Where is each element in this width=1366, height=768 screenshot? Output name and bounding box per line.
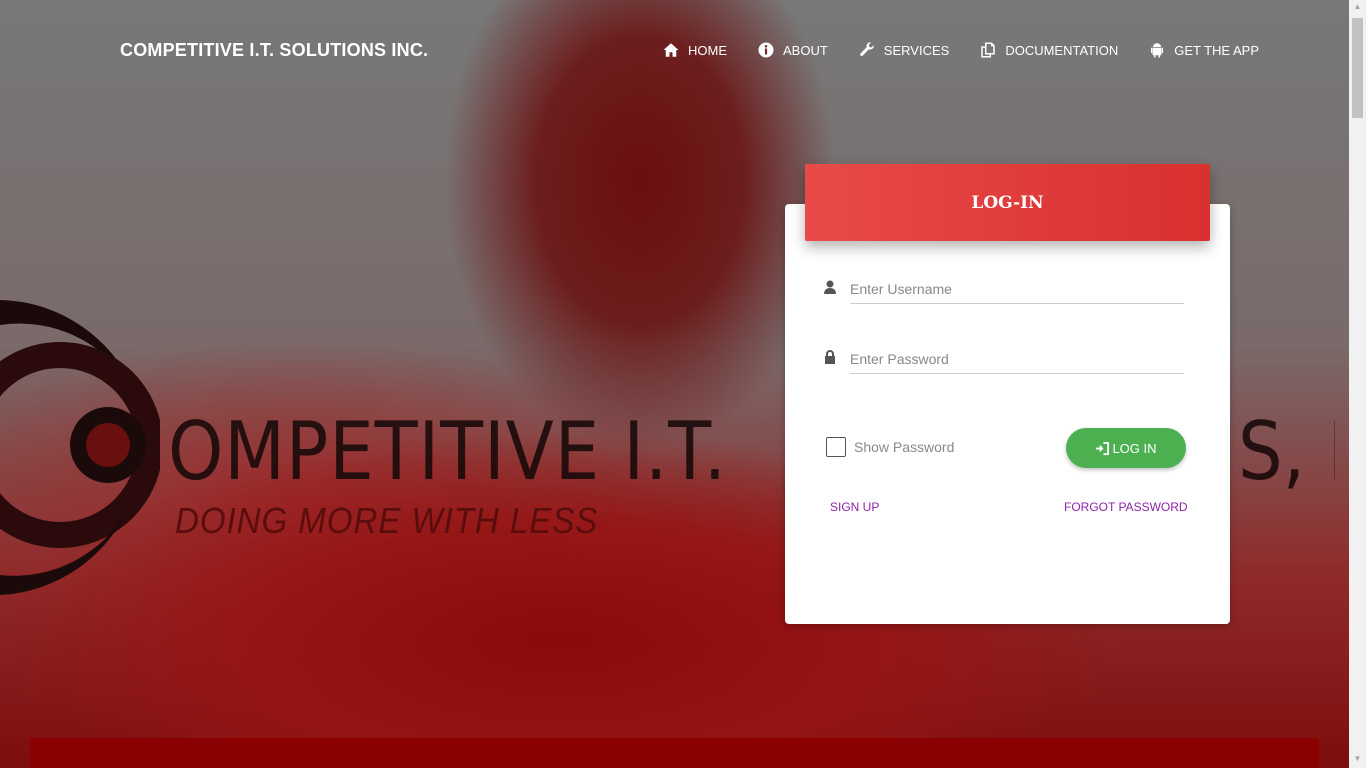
user-icon	[824, 280, 836, 294]
nav-home-label: HOME	[688, 42, 727, 58]
password-input[interactable]	[850, 347, 1184, 374]
hero-title-tail: S, I	[1238, 405, 1335, 498]
top-navbar: COMPETITIVE I.T. SOLUTIONS INC. HOME ABO…	[0, 0, 1349, 100]
nav-services[interactable]: SERVICES	[858, 38, 950, 62]
company-logo	[0, 300, 160, 595]
home-icon	[663, 43, 679, 57]
nav-documentation-label: DOCUMENTATION	[1005, 42, 1119, 58]
nav-get-the-app-label: GET THE APP	[1174, 42, 1259, 58]
nav-home[interactable]: HOME	[662, 38, 727, 62]
username-field	[824, 274, 1185, 304]
wrench-icon	[859, 42, 874, 56]
password-field	[824, 344, 1185, 374]
nav-about[interactable]: ABOUT	[757, 38, 828, 62]
show-password-toggle[interactable]: Show Password	[826, 437, 954, 457]
show-password-checkbox[interactable]	[826, 437, 846, 457]
forgot-password-link[interactable]: FORGOT PASSWORD	[1064, 500, 1188, 514]
username-input[interactable]	[850, 277, 1184, 304]
brand-title[interactable]: COMPETITIVE I.T. SOLUTIONS INC.	[120, 40, 428, 61]
login-button[interactable]: LOG IN	[1066, 428, 1186, 468]
footer-band	[30, 738, 1319, 768]
lock-icon	[825, 350, 835, 364]
nav-services-label: SERVICES	[883, 42, 950, 58]
main-nav: HOME ABOUT SERVICES DOCUMENTATION GET TH…	[662, 38, 1289, 62]
scroll-down-arrow[interactable]: ▼	[1352, 754, 1363, 766]
scroll-up-arrow[interactable]: ▲	[1352, 2, 1363, 14]
nav-documentation[interactable]: DOCUMENTATION	[979, 38, 1118, 62]
documents-icon	[981, 42, 996, 58]
hero-title: OMPETITIVE I.T.	[168, 405, 728, 498]
scrollbar-thumb[interactable]	[1352, 18, 1363, 118]
android-icon	[1151, 43, 1164, 58]
login-card-header: LOG-IN	[805, 164, 1210, 241]
hero-subtitle: DOING MORE WITH LESS	[175, 500, 599, 541]
sign-up-link[interactable]: SIGN UP	[830, 500, 879, 514]
login-button-label: LOG IN	[1112, 440, 1157, 456]
sign-in-icon	[1096, 441, 1110, 455]
login-card	[785, 204, 1230, 624]
nav-about-label: ABOUT	[783, 42, 828, 58]
info-icon	[758, 42, 774, 58]
nav-get-the-app[interactable]: GET THE APP	[1148, 38, 1259, 62]
show-password-label: Show Password	[854, 439, 955, 455]
